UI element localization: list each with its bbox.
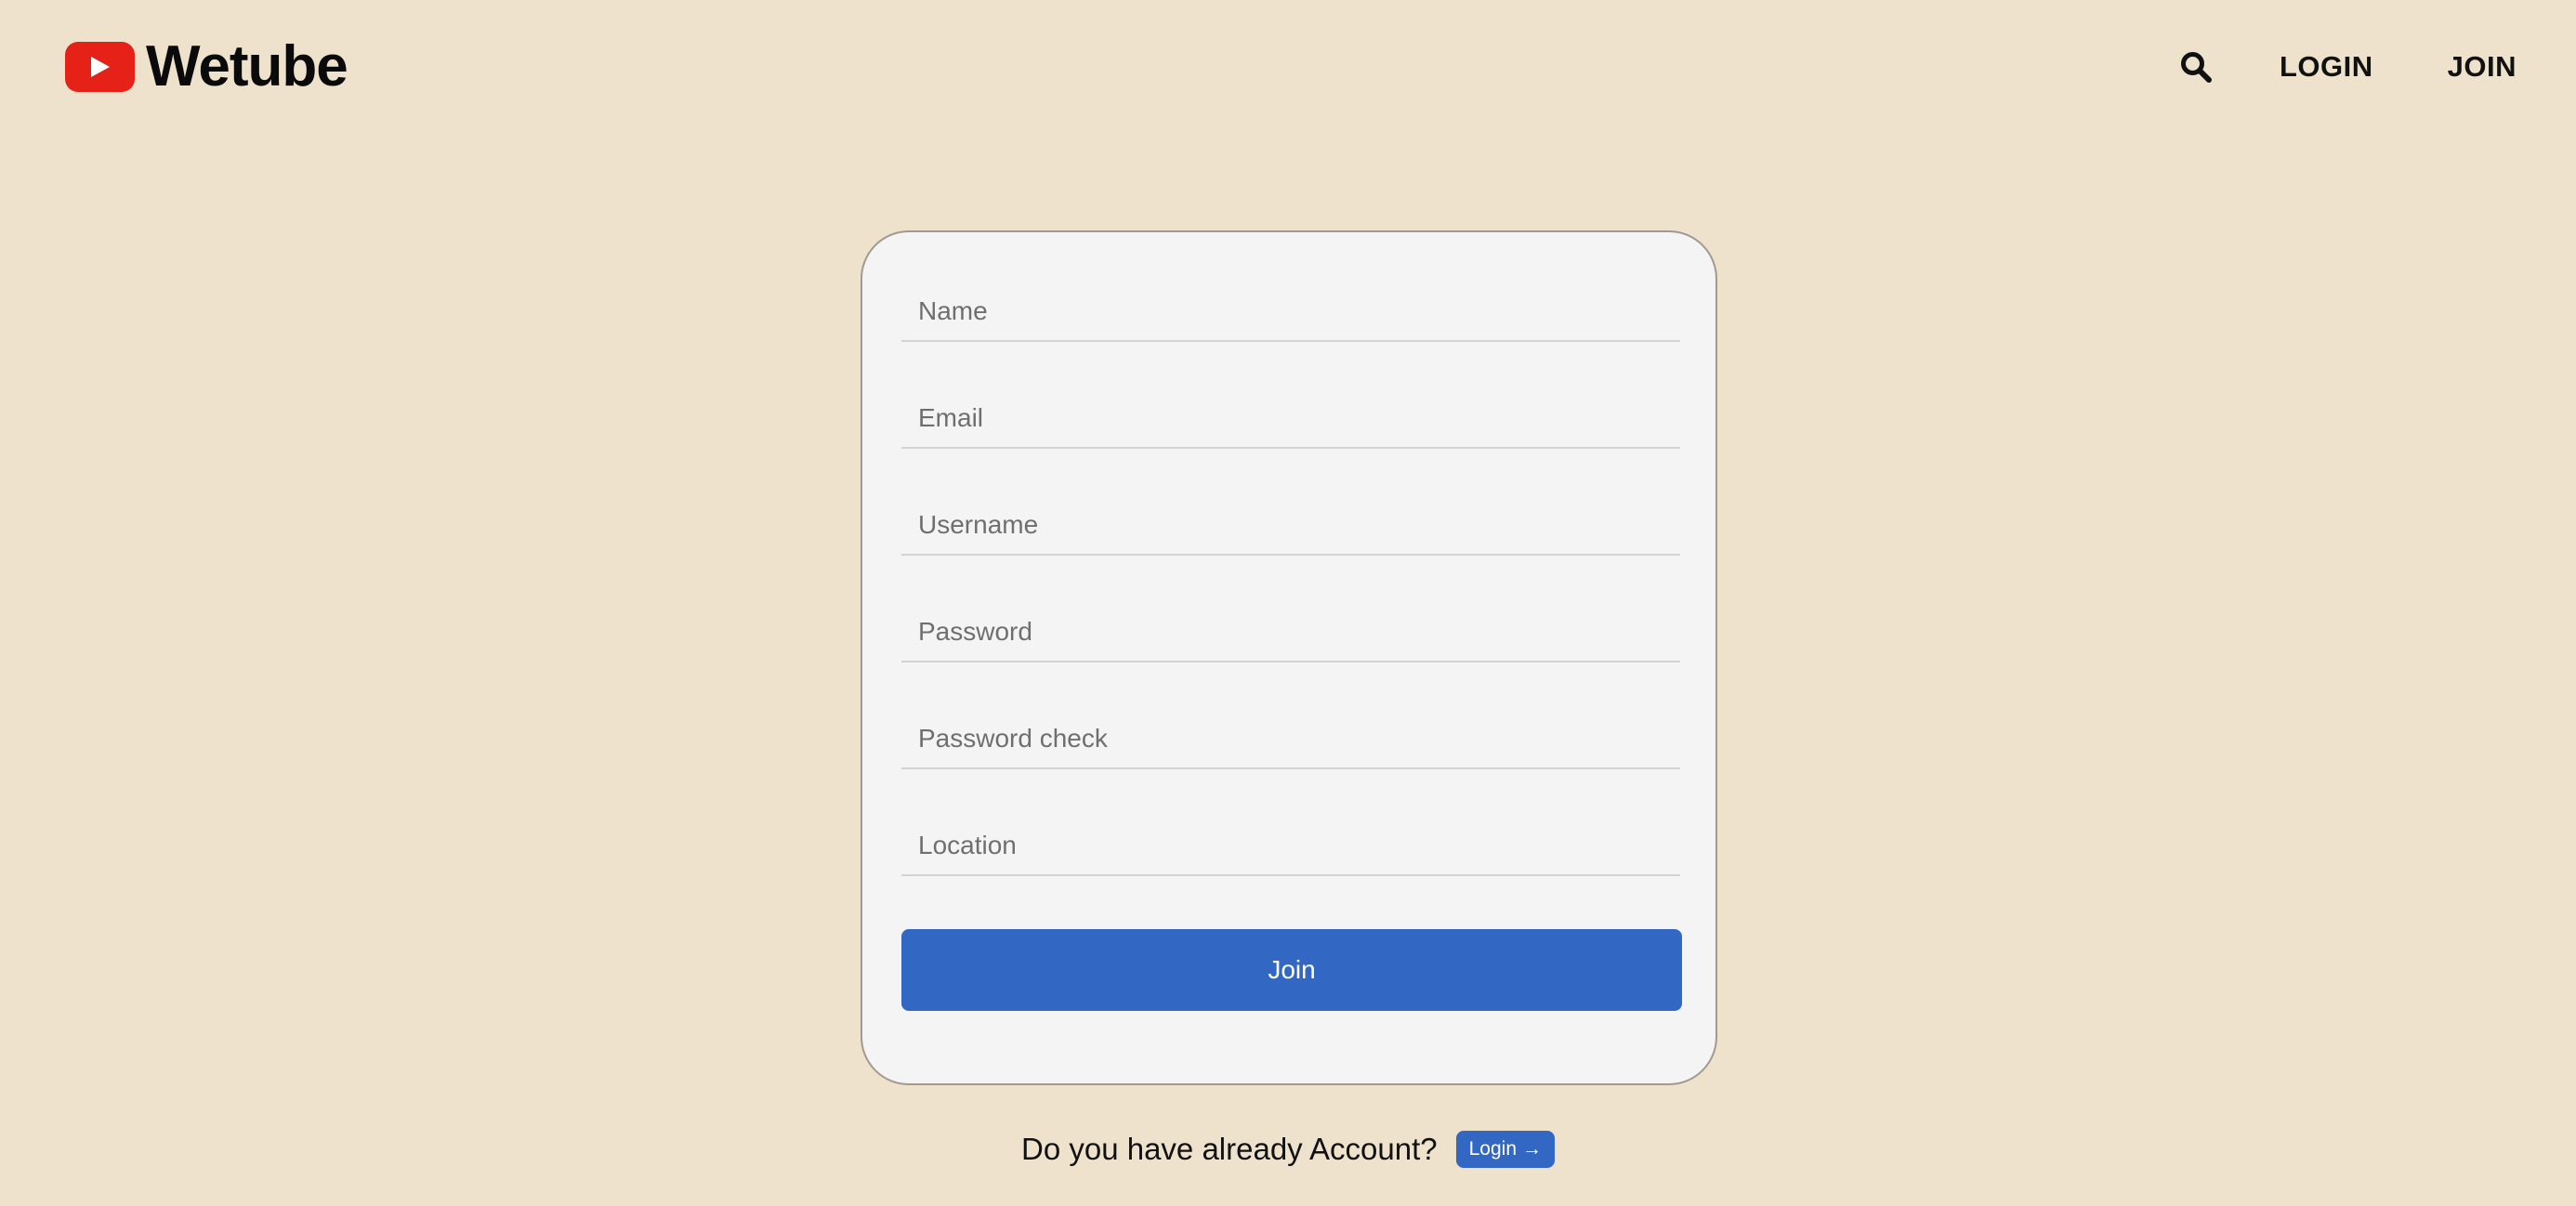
search-icon[interactable] xyxy=(2177,48,2215,85)
password-check-input[interactable] xyxy=(901,710,1680,769)
arrow-right-icon: → xyxy=(1522,1138,1543,1160)
join-form-card: Join xyxy=(861,230,1717,1085)
email-input[interactable] xyxy=(901,389,1680,449)
login-prompt: Do you have already Account? Login → xyxy=(0,1126,2576,1173)
top-nav: LOGIN JOIN xyxy=(2177,41,2517,93)
login-prompt-text: Do you have already Account? xyxy=(1020,1132,1438,1166)
password-input[interactable] xyxy=(901,603,1680,662)
logo[interactable]: Wetube xyxy=(65,34,348,98)
username-input[interactable] xyxy=(901,496,1680,556)
location-input[interactable] xyxy=(901,817,1680,876)
nav-login-link[interactable]: LOGIN xyxy=(2280,50,2373,84)
join-submit-button[interactable]: Join xyxy=(901,929,1682,1011)
header: Wetube LOGIN JOIN xyxy=(0,0,2576,136)
nav-join-link[interactable]: JOIN xyxy=(2448,50,2517,84)
login-button[interactable]: Login → xyxy=(1455,1131,1556,1168)
login-button-label: Login xyxy=(1468,1138,1518,1160)
play-logo-icon xyxy=(65,42,135,92)
logo-text: Wetube xyxy=(146,34,348,98)
name-input[interactable] xyxy=(901,282,1680,342)
